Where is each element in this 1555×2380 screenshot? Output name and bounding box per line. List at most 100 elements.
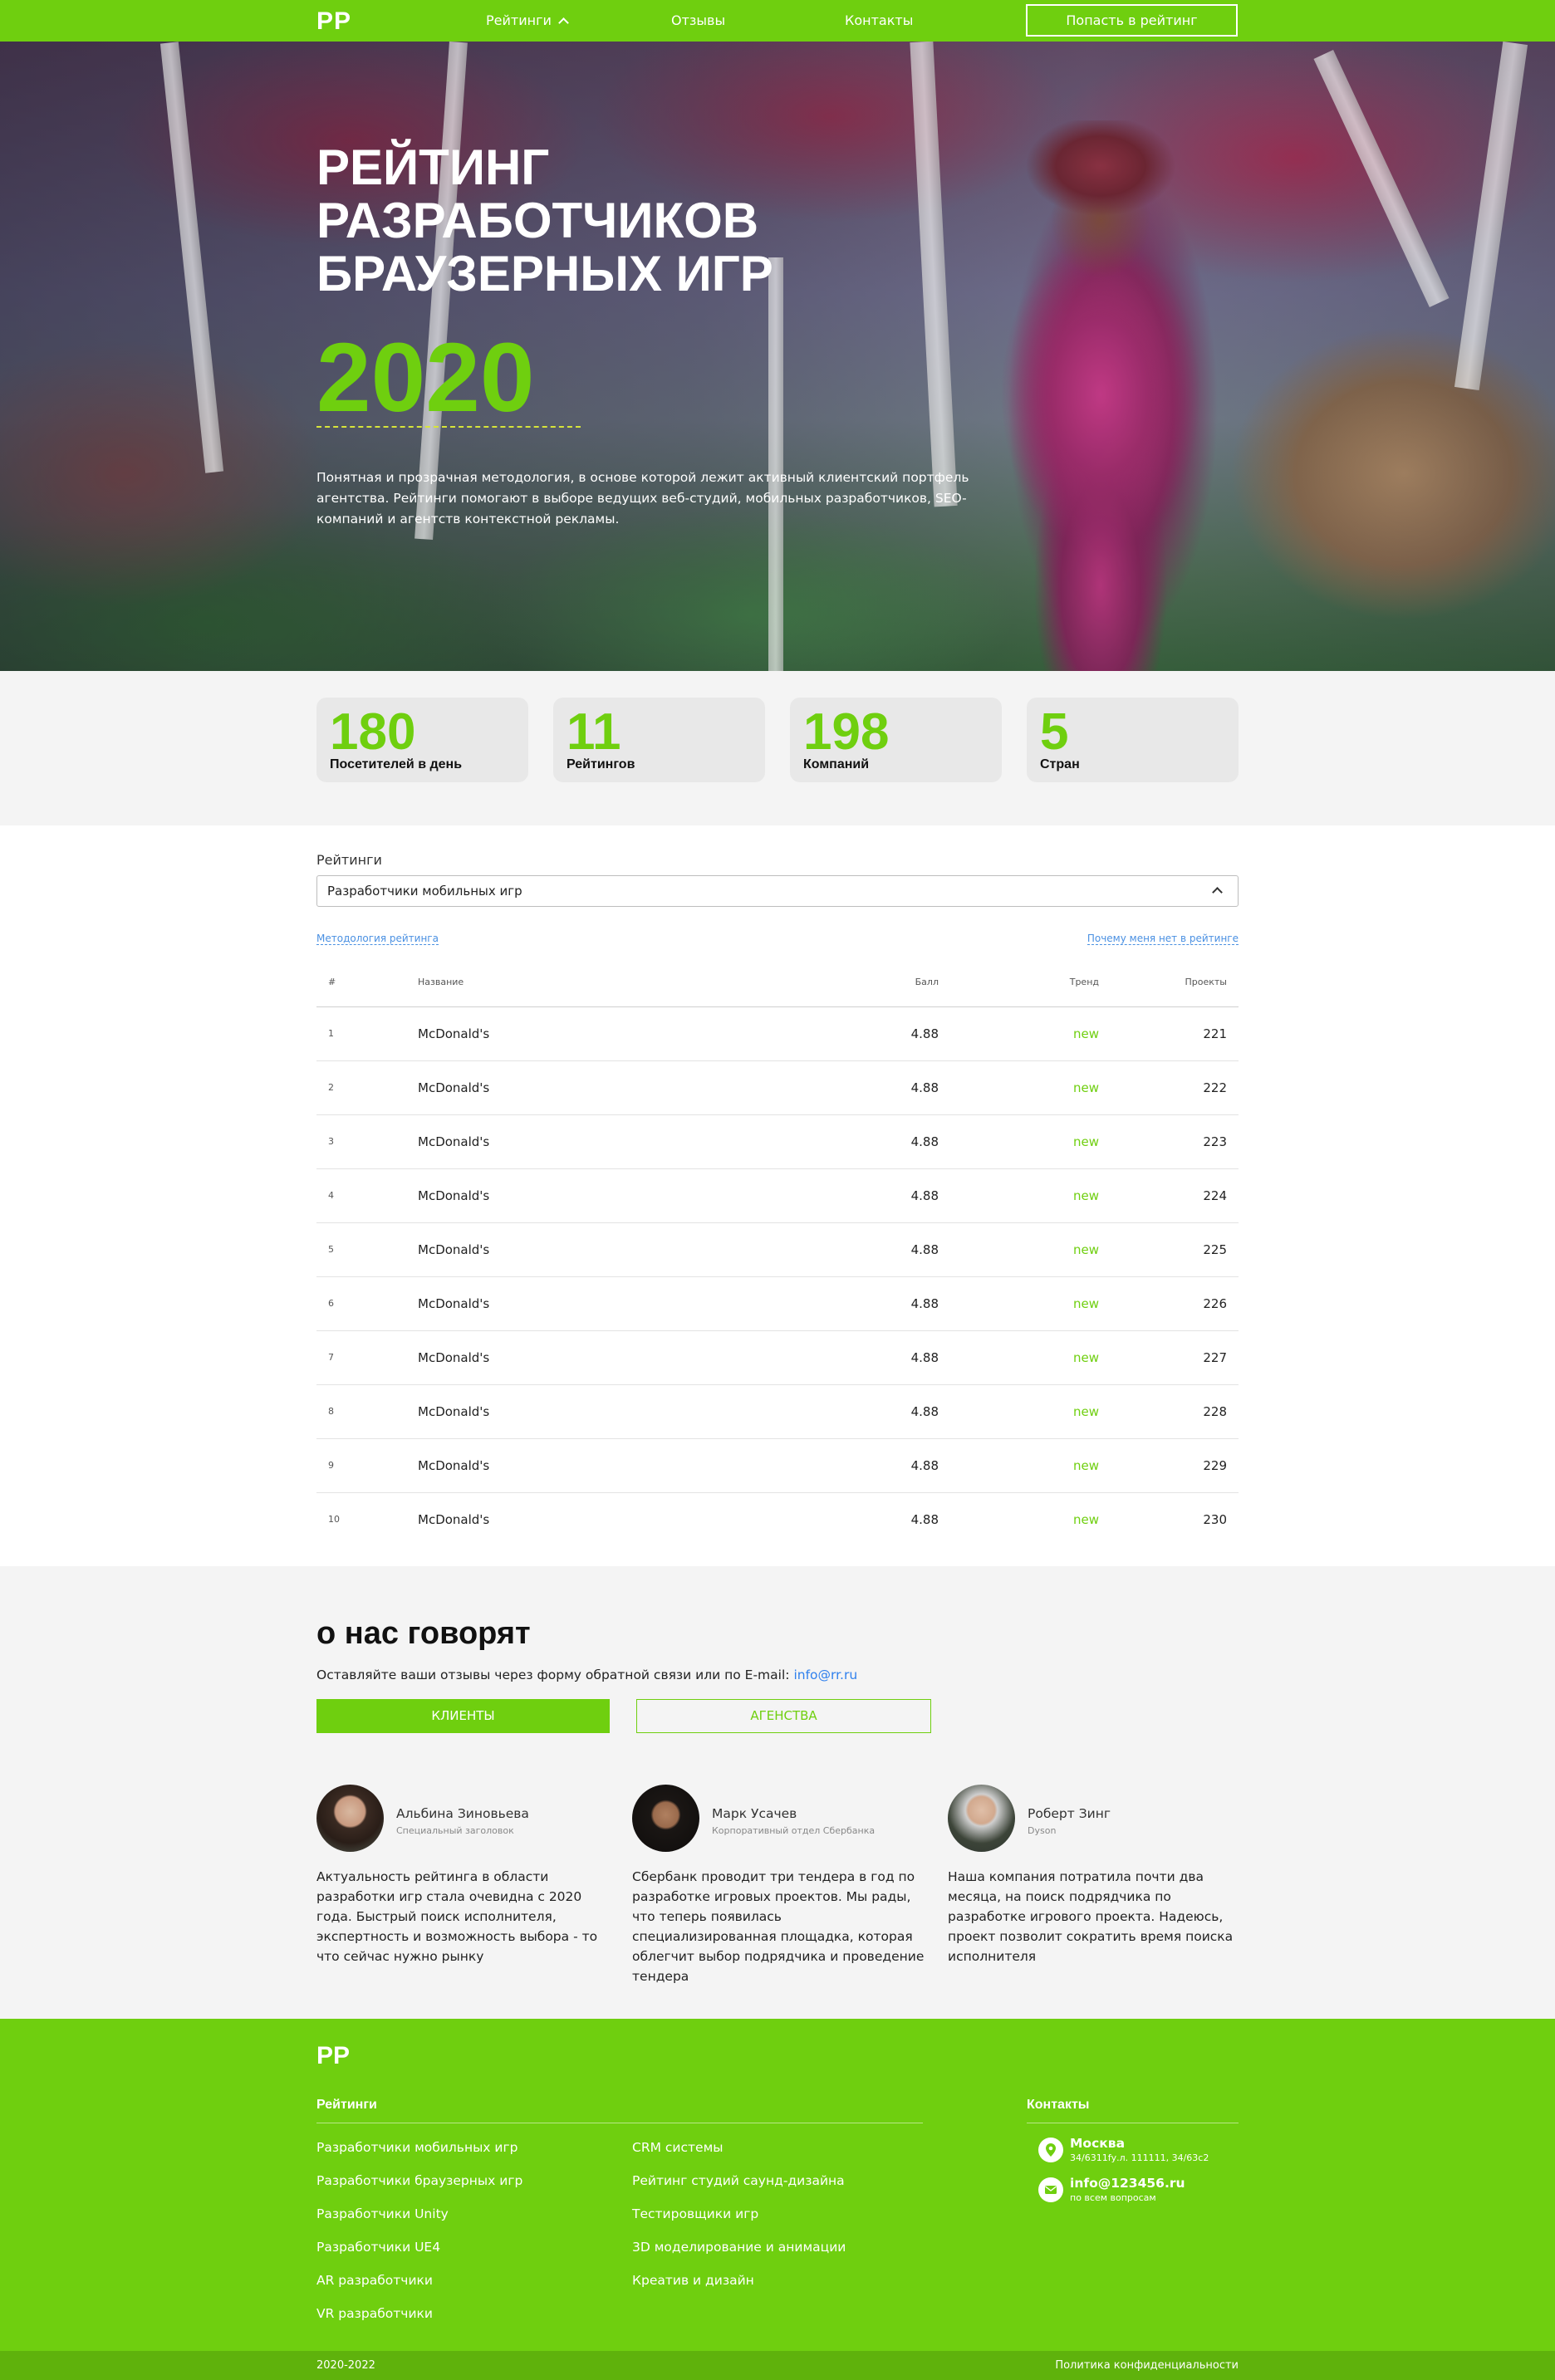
stats-section: 180 Посетителей в день 11 Рейтингов 198 … [0,671,1555,825]
cell-score: 4.88 [810,1006,939,1061]
reviews-email-link[interactable]: info@rr.ru [793,1667,857,1682]
nav-reviews[interactable]: Отзывы [671,12,725,28]
table-row[interactable]: 3 McDonald's 4.88 new 223 [316,1114,1239,1169]
table-row[interactable]: 5 McDonald's 4.88 new 225 [316,1222,1239,1277]
tab-agencies[interactable]: АГЕНСТВА [636,1699,931,1733]
get-rated-button[interactable]: Попасть в рейтинг [1026,4,1238,37]
tree-trunk [1454,42,1528,391]
table-row[interactable]: 7 McDonald's 4.88 new 227 [316,1330,1239,1385]
stat-label: Стран [1040,757,1080,771]
column-header-rank[interactable]: # [316,958,418,1007]
cell-rank: 10 [328,1514,340,1525]
cell-name[interactable]: McDonald's [418,1276,810,1331]
cell-name[interactable]: McDonald's [418,1492,810,1546]
reviewer-role: Корпоративный отдел Сбербанка [712,1825,876,1836]
stat-card: 11 Рейтингов [553,698,765,782]
hero-title-line: БРАУЗЕРНЫХ ИГР [316,246,773,301]
cell-name[interactable]: McDonald's [418,1006,810,1061]
methodology-link[interactable]: Методология рейтинга [316,933,439,945]
cell-rank: 9 [316,1438,418,1493]
cell-name[interactable]: McDonald's [418,1114,810,1169]
tree-trunk [159,42,224,473]
tree-trunk [768,257,783,671]
footer-logo[interactable]: PP [316,2042,350,2070]
tab-clients[interactable]: КЛИЕНТЫ [316,1699,610,1733]
nav-contacts[interactable]: Контакты [845,12,913,28]
cell-name[interactable]: McDonald's [418,1438,810,1493]
footer-link[interactable]: Тестировщики игр [632,2206,758,2221]
cell-rank: 1 [316,1006,418,1061]
footer-link[interactable]: Разработчики мобильных игр [316,2140,518,2155]
stat-label: Посетителей в день [330,757,463,771]
ratings-section: Рейтинги Разработчики мобильных игр Мето… [0,825,1555,1566]
cell-name[interactable]: McDonald's [418,1222,810,1277]
cell-projects: 224 [1099,1168,1239,1223]
cell-trend: new [939,1114,1099,1169]
cell-score: 4.88 [910,1511,939,1527]
cell-name[interactable]: McDonald's [418,1384,810,1439]
stat-value: 11 [567,703,621,761]
contact-email-note: по всем вопросам [1070,2192,1156,2203]
footer-link[interactable]: Разработчики UE4 [316,2240,440,2255]
footer: PP Рейтинги Контакты Разработчики мобиль… [0,2019,1555,2351]
table-row[interactable]: 2 McDonald's 4.88 new 222 [316,1060,1239,1115]
cell-trend: new [939,1438,1099,1493]
cell-name[interactable]: McDonald's [418,1060,810,1115]
cell-score: 4.88 [810,1114,939,1169]
nav-ratings-label: Рейтинги [486,12,552,28]
table-row[interactable]: 4 McDonald's 4.88 new 224 [316,1168,1239,1223]
chevron-up-icon [558,17,569,28]
footer-link[interactable]: Разработчики браузерных игр [316,2173,522,2188]
footer-link[interactable]: Креатив и дизайн [632,2273,754,2288]
cell-rank: 7 [316,1330,418,1385]
footer-link[interactable]: CRM системы [632,2140,724,2155]
table-row[interactable]: 6 McDonald's 4.88 new 226 [316,1276,1239,1331]
cell-name[interactable]: McDonald's [418,1168,810,1223]
tree-trunk [1313,49,1450,308]
footer-link[interactable]: Разработчики Unity [316,2206,449,2221]
stat-card: 198 Компаний [790,698,1002,782]
cell-score: 4.88 [810,1060,939,1115]
cell-trend: new [939,1168,1099,1223]
column-header-name[interactable]: Название [418,958,810,1007]
cell-projects: 222 [1099,1060,1239,1115]
privacy-policy-link[interactable]: Политика конфиденциальности [1055,2359,1239,2372]
ratings-select[interactable]: Разработчики мобильных игр [316,875,1239,907]
footer-link[interactable]: Рейтинг студий саунд-дизайна [632,2173,845,2188]
chevron-up-icon [1212,887,1223,898]
cell-projects: 223 [1099,1114,1239,1169]
table-row[interactable]: 8 McDonald's 4.88 new 228 [316,1384,1239,1439]
cell-name[interactable]: McDonald's [418,1330,810,1385]
stat-label: Компаний [803,757,870,771]
table-row[interactable]: 9 McDonald's 4.88 new 229 [316,1438,1239,1493]
year-underline [316,426,581,428]
contact-email[interactable]: info@123456.ru [1070,2176,1185,2191]
cell-rank: 3 [316,1114,418,1169]
reviews-subtitle-text: Оставляйте ваши отзывы через форму обрат… [316,1667,790,1682]
logo[interactable]: PP [316,7,351,36]
cell-rank: 4 [316,1168,418,1223]
why-not-listed-link[interactable]: Почему меня нет в рейтинге [1087,933,1239,945]
hero-title: РЕЙТИНГ РАЗРАБОТЧИКОВ БРАУЗЕРНЫХ ИГР [316,141,773,301]
review-text: Актуальность рейтинга в области разработ… [316,1869,598,1964]
table-row[interactable]: 10 McDonald's 4.88 new 230 [316,1492,1239,1546]
hero-title-line: РЕЙТИНГ [316,140,550,195]
cell-trend: new [939,1222,1099,1277]
cell-rank: 5 [316,1222,418,1277]
reviewer-role: Специальный заголовок [396,1825,514,1836]
bottom-bar: 2020-2022 Политика конфиденциальности [0,2351,1555,2380]
reviewer-name: Роберт Зинг [1028,1806,1111,1821]
hero-description: Понятная и прозрачная методология, в осн… [316,470,969,526]
column-header-trend[interactable]: Тренд [939,958,1099,1007]
footer-link[interactable]: VR разработчики [316,2306,433,2321]
footer-link[interactable]: 3D моделирование и анимации [632,2240,846,2255]
column-header-score[interactable]: Балл [810,958,939,1007]
reviewer-name: Марк Усачев [712,1806,797,1821]
footer-ratings-heading: Рейтинги [316,2098,377,2112]
cell-trend: new [939,1330,1099,1385]
table-row[interactable]: 1 McDonald's 4.88 new 221 [316,1006,1239,1061]
reviewer-name: Альбина Зиновьева [396,1806,529,1821]
nav-ratings[interactable]: Рейтинги [486,12,569,28]
column-header-projects[interactable]: Проекты [1099,958,1239,1007]
footer-link[interactable]: AR разработчики [316,2273,433,2288]
